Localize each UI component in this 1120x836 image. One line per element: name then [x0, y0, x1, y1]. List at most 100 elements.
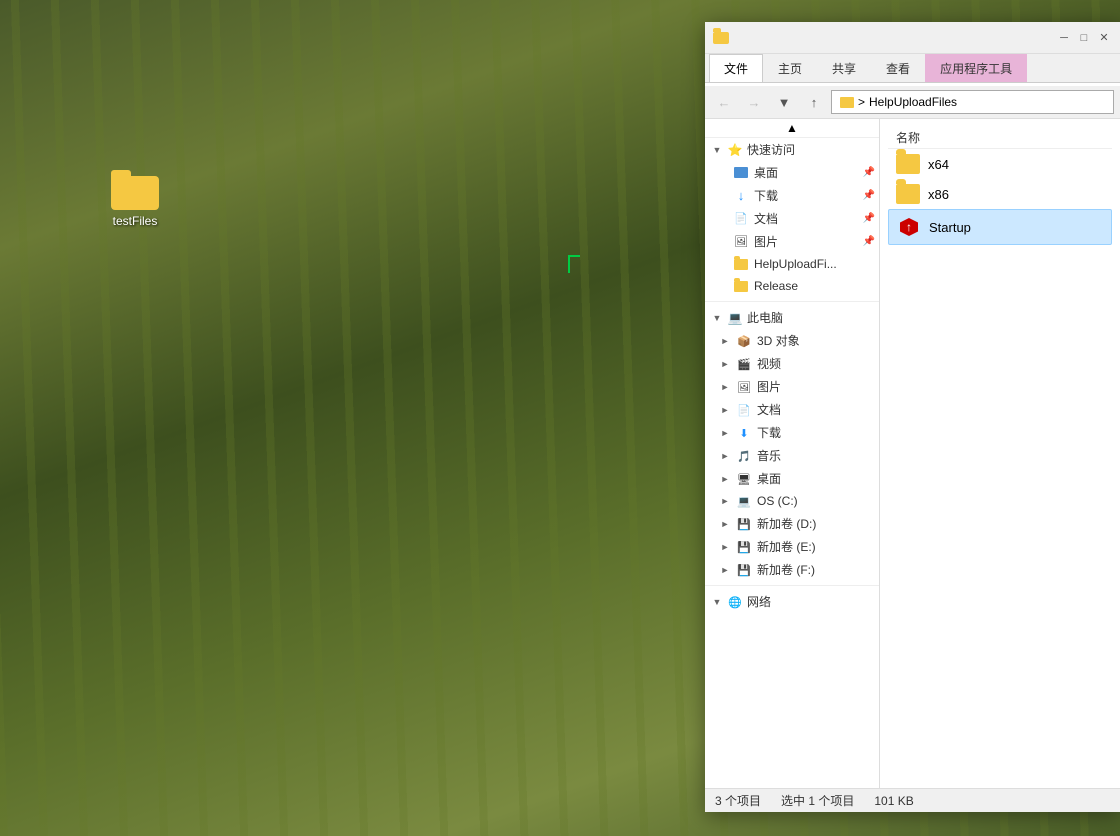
tab-share[interactable]: 共享: [817, 54, 871, 82]
expand-3d: ►: [719, 335, 731, 347]
nav-item-volf[interactable]: ► 新加卷 (F:): [705, 558, 879, 581]
nav-label-downloads: 下载: [754, 187, 778, 204]
minimize-button[interactable]: ─: [1056, 30, 1072, 46]
pin-icon-pic: 📌: [863, 236, 875, 247]
nav-item-vold[interactable]: ► 新加卷 (D:): [705, 512, 879, 535]
nav-item-helpupload[interactable]: HelpUploadFi...: [705, 253, 879, 275]
file-label-x64: x64: [928, 157, 949, 172]
cursor: [568, 255, 580, 273]
col-name-label: 名称: [896, 129, 920, 146]
nav-item-3d[interactable]: ► 3D 对象: [705, 329, 879, 352]
nav-label-video: 视频: [757, 355, 781, 372]
nav-item-documents[interactable]: 📄 文档 📌: [705, 207, 879, 230]
forward-button[interactable]: →: [741, 90, 767, 114]
title-bar-folder-icon: [713, 32, 729, 44]
file-label-x86: x86: [928, 187, 949, 202]
file-item-x64[interactable]: x64: [888, 149, 1112, 179]
tab-file[interactable]: 文件: [709, 54, 763, 82]
nav-item-desktop[interactable]: 桌面 📌: [705, 161, 879, 184]
release-nav-icon: [733, 278, 749, 294]
expand-volf: ►: [719, 564, 731, 576]
expand-pic2: ►: [719, 381, 731, 393]
window-controls: ─ □ ✕: [1056, 30, 1112, 46]
nav-label-desktop: 桌面: [754, 164, 778, 181]
this-pc-header[interactable]: ▼ 💻 此电脑: [705, 306, 879, 329]
desktop-icon-testfiles[interactable]: testFiles: [100, 170, 170, 228]
file-explorer-window: ─ □ ✕ 文件 主页 共享 查看 应用程序工具 ← → ▼ ↑ > HelpU…: [705, 22, 1120, 812]
main-content: ▲ ▼ 快速访问 桌面 📌 ↓: [705, 119, 1120, 788]
nav-label-volf: 新加卷 (F:): [757, 561, 815, 578]
divider: [705, 301, 879, 302]
nav-item-music[interactable]: ► 音乐: [705, 444, 879, 467]
pin-icon-doc: 📌: [863, 213, 875, 224]
tab-manage[interactable]: 应用程序工具: [925, 54, 1027, 82]
path-icon: [840, 97, 854, 108]
e-drive-icon: [736, 539, 752, 555]
nav-label-3d: 3D 对象: [757, 332, 800, 349]
pic2-icon: [736, 379, 752, 395]
d-drive-icon: [736, 516, 752, 532]
startup-icon: [897, 215, 921, 239]
expand-vole: ►: [719, 541, 731, 553]
pin-icon-dl: 📌: [863, 190, 875, 201]
nav-label-documents: 文档: [754, 210, 778, 227]
nav-label-documents2: 文档: [757, 401, 781, 418]
file-item-startup[interactable]: Startup: [888, 209, 1112, 245]
expand-osc: ►: [719, 495, 731, 507]
expand-icon: ▼: [711, 144, 723, 156]
this-pc-icon: 💻: [727, 310, 743, 326]
up-button[interactable]: ↑: [801, 90, 827, 114]
dl2-icon: [736, 425, 752, 441]
3d-icon: [736, 333, 752, 349]
nav-label-osc: OS (C:): [757, 494, 798, 508]
this-pc-label: 此电脑: [747, 309, 783, 326]
nav-item-release[interactable]: Release: [705, 275, 879, 297]
network-header[interactable]: ▼ 网络: [705, 590, 879, 613]
nav-label-pictures2: 图片: [757, 378, 781, 395]
helpupload-nav-icon: [733, 256, 749, 272]
recent-button[interactable]: ▼: [771, 90, 797, 114]
quick-access-icon: [727, 142, 743, 158]
tab-view[interactable]: 查看: [871, 54, 925, 82]
column-header-name[interactable]: 名称: [888, 127, 1112, 149]
nav-item-desktop2[interactable]: ► 桌面: [705, 467, 879, 490]
address-bar: ← → ▼ ↑ > HelpUploadFiles: [705, 86, 1120, 119]
nav-item-downloads2[interactable]: ► 下载: [705, 421, 879, 444]
folder-icon: [111, 170, 159, 210]
back-button[interactable]: ←: [711, 90, 737, 114]
expand-doc2: ►: [719, 404, 731, 416]
nav-label-downloads2: 下载: [757, 424, 781, 441]
nav-item-downloads[interactable]: ↓ 下载 📌: [705, 184, 879, 207]
nav-item-documents2[interactable]: ► 文档: [705, 398, 879, 421]
nav-item-pictures[interactable]: 🖼 图片 📌: [705, 230, 879, 253]
nav-scroll-up[interactable]: ▲: [705, 119, 879, 138]
network-label: 网络: [747, 593, 771, 610]
title-bar: ─ □ ✕: [705, 22, 1120, 54]
nav-label-desktop2: 桌面: [757, 470, 781, 487]
close-button[interactable]: ✕: [1096, 30, 1112, 46]
address-path[interactable]: > HelpUploadFiles: [831, 90, 1114, 114]
nav-item-osc[interactable]: ► OS (C:): [705, 490, 879, 512]
startup-icon-shape: [899, 217, 919, 237]
music-icon: [736, 448, 752, 464]
expand-vold: ►: [719, 518, 731, 530]
expand-icon-net: ▼: [711, 596, 723, 608]
quick-access-header[interactable]: ▼ 快速访问: [705, 138, 879, 161]
expand-desk2: ►: [719, 473, 731, 485]
download-nav-icon: ↓: [733, 188, 749, 204]
nav-item-video[interactable]: ► 视频: [705, 352, 879, 375]
video-icon: [736, 356, 752, 372]
tab-home[interactable]: 主页: [763, 54, 817, 82]
nav-item-vole[interactable]: ► 新加卷 (E:): [705, 535, 879, 558]
desk2-icon: [736, 471, 752, 487]
file-item-x86[interactable]: x86: [888, 179, 1112, 209]
nav-item-pictures2[interactable]: ► 图片: [705, 375, 879, 398]
status-bar: 3 个项目 选中 1 个项目 101 KB: [705, 788, 1120, 812]
status-size: 101 KB: [874, 794, 913, 808]
maximize-button[interactable]: □: [1076, 30, 1092, 46]
desktop-icon-label: testFiles: [113, 214, 158, 228]
file-pane: 名称 x64 x86 Startup: [880, 119, 1120, 788]
nav-label-helpupload: HelpUploadFi...: [754, 257, 837, 271]
expand-video: ►: [719, 358, 731, 370]
divider2: [705, 585, 879, 586]
